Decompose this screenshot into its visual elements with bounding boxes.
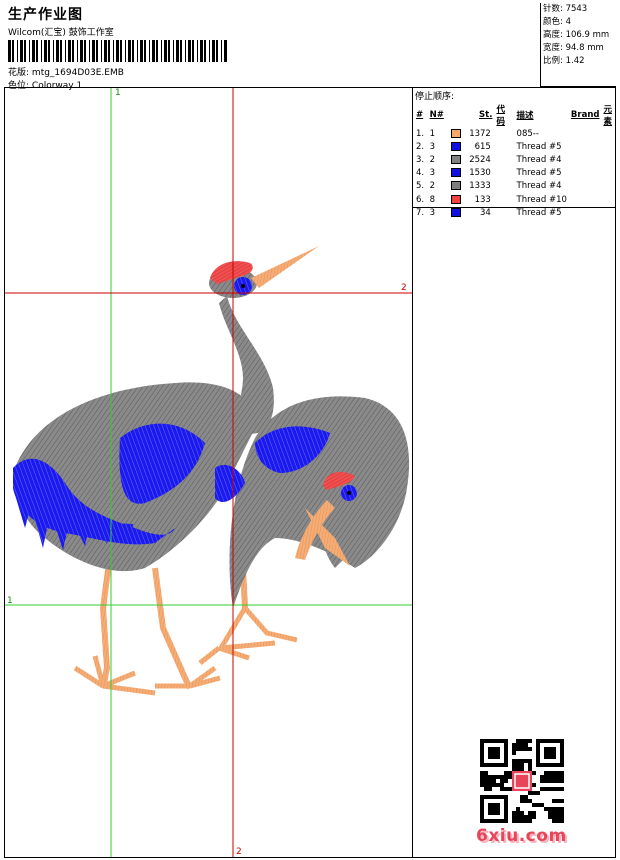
table-row: 5. 2 1333 Thread #4 (414, 180, 614, 193)
row-brand (569, 127, 602, 140)
stat-height: 高度: 106.9 mm (543, 30, 610, 40)
row-needle: 2 (429, 181, 436, 192)
row-code (494, 180, 514, 193)
table-row: 7. 3 34 Thread #5 (414, 206, 614, 219)
row-index: 5. (416, 181, 425, 192)
row-brand (569, 167, 602, 180)
col-description: 描述 (516, 111, 534, 121)
row-index: 1. (416, 128, 425, 139)
guide-label-v-green: 1 (115, 88, 121, 98)
row-element (601, 127, 614, 140)
row-needle: 1 (429, 128, 436, 139)
company-name: Wilcom(汇宝) 鼓饰工作室 (8, 28, 114, 38)
row-stitches: 1372 (449, 127, 495, 140)
page-title: 生产作业图 (8, 7, 83, 23)
row-brand (569, 140, 602, 153)
row-stitches: 2524 (449, 153, 495, 166)
row-code (494, 206, 514, 219)
row-description: Thread #4 (516, 154, 562, 165)
thread-swatch (450, 194, 461, 204)
guide-label-h-red: 2 (401, 283, 407, 293)
row-brand (569, 153, 602, 166)
row-needle: 3 (429, 168, 436, 179)
stop-sequence-title: 停止顺序: (415, 92, 455, 102)
row-description: Thread #10 (516, 194, 567, 205)
row-code (494, 153, 514, 166)
row-needle: 3 (429, 207, 436, 218)
design-row: 花版: mtg_1694D03E.EMB (8, 65, 124, 78)
barcode (8, 40, 227, 62)
col-code: 代码 (496, 105, 505, 127)
row-description: Thread #5 (516, 207, 562, 218)
thread-swatch (450, 154, 461, 164)
row-index: 2. (416, 141, 425, 152)
row-description: Thread #5 (516, 168, 562, 179)
row-element (601, 180, 614, 193)
production-worksheet: 生产作业图 Wilcom(汇宝) 鼓饰工作室 花版: mtg_1694D03E.… (0, 0, 620, 860)
stat-width: 宽度: 94.8 mm (543, 43, 604, 53)
thread-swatch (450, 207, 461, 217)
row-code (494, 140, 514, 153)
row-stitches: 615 (449, 140, 495, 153)
thread-swatch (450, 181, 461, 191)
row-stitches: 133 (449, 193, 495, 206)
row-element (601, 140, 614, 153)
panel-divider (413, 207, 616, 208)
thread-swatch (450, 168, 461, 178)
row-brand (569, 180, 602, 193)
table-row: 6. 8 133 Thread #10 (414, 193, 614, 206)
table-row: 1. 1 1372 085-- (414, 127, 614, 140)
col-stitches: St. (479, 110, 493, 120)
embroidery-preview (5, 88, 412, 857)
stat-colors: 颜色: 4 (543, 17, 571, 27)
design-label: 花版: (8, 68, 30, 78)
col-element: 元素 (603, 105, 612, 127)
row-code (494, 127, 514, 140)
table-row: 2. 3 615 Thread #5 (414, 140, 614, 153)
design-canvas: 1 1 2 2 (4, 88, 412, 858)
row-needle: 8 (429, 194, 436, 205)
row-stitches: 34 (449, 206, 495, 219)
thread-swatch (450, 141, 461, 151)
stat-scale: 比例: 1.42 (543, 56, 585, 66)
row-element (601, 153, 614, 166)
row-index: 3. (416, 154, 425, 165)
row-needle: 3 (429, 141, 436, 152)
row-brand (569, 193, 602, 206)
stat-stitches: 针数: 7543 (543, 4, 588, 14)
guide-label-v-red: 2 (236, 847, 242, 857)
row-element (601, 167, 614, 180)
row-element (601, 193, 614, 206)
col-needle: N# (429, 110, 444, 120)
row-needle: 2 (429, 154, 436, 165)
stop-sequence-table: # N# St. 代码 描述 Brand 元素 1. 1 1372 085-- 2. 3 6… (414, 103, 614, 219)
thread-swatch (450, 128, 461, 138)
row-brand (569, 206, 602, 219)
table-row: 3. 2 2524 Thread #4 (414, 153, 614, 166)
watermark-text: 6xiu.com (476, 826, 567, 846)
row-code (494, 193, 514, 206)
row-description: Thread #5 (516, 141, 562, 152)
row-description: Thread #4 (516, 181, 562, 192)
table-header-row: # N# St. 代码 描述 Brand 元素 (414, 103, 614, 127)
row-stitches: 1530 (449, 167, 495, 180)
row-element (601, 206, 614, 219)
table-row: 4. 3 1530 Thread #5 (414, 167, 614, 180)
design-stats: 针数: 7543 颜色: 4 高度: 106.9 mm 宽度: 94.8 mm … (540, 3, 616, 87)
qr-code (480, 739, 564, 823)
header: 生产作业图 Wilcom(汇宝) 鼓饰工作室 花版: mtg_1694D03E.… (4, 3, 538, 91)
design-file: mtg_1694D03E.EMB (31, 68, 124, 78)
row-description: 085-- (516, 128, 539, 139)
row-index: 7. (416, 207, 425, 218)
col-brand: Brand (570, 110, 600, 120)
row-index: 4. (416, 168, 425, 179)
row-code (494, 167, 514, 180)
row-stitches: 1333 (449, 180, 495, 193)
guide-label-h-green: 1 (7, 596, 13, 606)
col-index: # (416, 110, 424, 120)
row-index: 6. (416, 194, 425, 205)
